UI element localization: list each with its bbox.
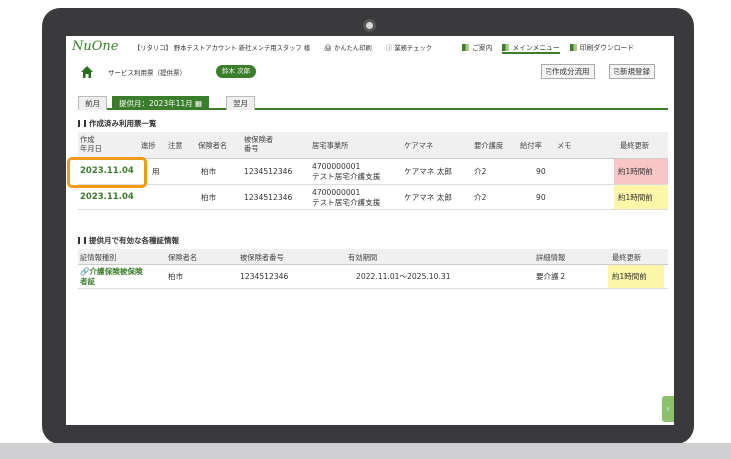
care-level-cell: 介2 [474, 193, 487, 202]
col-created: 作成 年月日 [80, 135, 102, 153]
webcam [363, 19, 376, 32]
breadcrumb[interactable]: サービス利用票（提供票） [108, 67, 186, 77]
tab-next-month[interactable]: 翌月 [226, 96, 255, 110]
col-insured-no: 被保険者番号 [240, 253, 284, 262]
created-list-table: 作成 年月日 進捗 注意 保険者名 被保険者 番号 居宅事業所 ケアマネ 要介護… [78, 132, 668, 210]
user-badge: 鈴木 次郎 [216, 65, 257, 78]
office-name-cell: テスト居宅介護支援 [312, 198, 381, 207]
insurer-cell: 柏市 [201, 167, 217, 176]
menu-icon [569, 44, 577, 51]
col-detail: 詳細情報 [536, 253, 566, 262]
home-icon[interactable] [80, 65, 94, 79]
business-check-label: 業務チェック [394, 45, 433, 52]
col-caution: 注意 [168, 141, 183, 150]
benefit-rate-cell: 90 [536, 193, 546, 202]
cert-table: 証情報種別 保険者名 被保険者番号 有効期間 詳細情報 最終更新 🔗介護保険被保… [78, 249, 668, 289]
table-header: 証情報種別 保険者名 被保険者番号 有効期間 詳細情報 最終更新 [78, 249, 668, 265]
nav-print-download[interactable]: 印刷ダウンロード [569, 42, 635, 54]
col-benefit-rate: 給付率 [520, 141, 542, 150]
care-manager-cell: ケアマネ 太郎 [404, 167, 452, 176]
col-care-level: 要介護度 [474, 141, 504, 150]
insured-no-cell: 1234512346 [244, 193, 293, 202]
side-collapse-tab[interactable]: ‹ [662, 396, 674, 422]
org-name: 【リタリコ】 野本テストアカウント 新社メンテ用スタッフ 様 [134, 45, 311, 52]
care-level-cell: 介2 [474, 167, 487, 176]
nav-main-menu[interactable]: メインメニュー [502, 42, 560, 54]
tab-current-month[interactable]: 提供月：2023年11月 ▦ [112, 96, 210, 110]
easy-print-label: かんたん印刷 [334, 45, 372, 52]
menu-icon [502, 44, 510, 51]
col-insurer: 保険者名 [168, 253, 198, 262]
new-register-button[interactable]: ⎘新規登録 [609, 64, 655, 79]
created-list-title-text: 作成済み利用票一覧 [89, 119, 157, 128]
month-tabs: 前月 提供月：2023年11月 ▦ 翌月 [78, 94, 668, 110]
printer-icon: 🖨 [324, 45, 332, 52]
calendar-icon: ▦ [195, 99, 203, 108]
created-list-title: 作成済み利用票一覧 [78, 118, 157, 129]
col-last-update: 最終更新 [612, 253, 642, 262]
period-cell: 2022.11.01～2025.10.31 [356, 272, 451, 281]
detail-cell: 要介護２ [536, 272, 567, 281]
office-code-cell: 4700000001 [312, 162, 361, 171]
col-period: 有効期間 [348, 253, 378, 262]
cert-type-line2[interactable]: 者証 [80, 277, 95, 286]
new-register-label: 新規登録 [620, 67, 650, 76]
insured-no-cell: 1234512346 [240, 272, 289, 281]
col-cert-type: 証情報種別 [80, 253, 117, 262]
table-row[interactable]: 2023.11.04 柏市 1234512346 4700000001 テスト居… [78, 185, 668, 210]
create-copy-label: 作成分流用 [552, 67, 590, 76]
insured-no-cell: 1234512346 [244, 167, 293, 176]
nav-guide[interactable]: ご案内 [462, 42, 492, 54]
nav-guide-label: ご案内 [472, 44, 493, 52]
create-copy-button[interactable]: ⎘作成分流用 [541, 64, 595, 79]
last-update-cell: 約1時間前 [608, 265, 664, 288]
col-progress: 進捗 [141, 141, 156, 150]
office-code-cell: 4700000001 [312, 188, 361, 197]
tab-current-label: 提供月：2023年11月 [119, 99, 193, 108]
laptop-base [0, 443, 731, 459]
care-manager-cell: ケアマネ 太郎 [404, 193, 452, 202]
col-insurer: 保険者名 [198, 141, 228, 150]
col-office: 居宅事業所 [312, 141, 349, 150]
cert-type-link[interactable]: 🔗介護保険被保険 [80, 267, 143, 276]
progress-cell: 用 [152, 167, 160, 176]
last-update-cell: 約1時間前 [614, 159, 668, 184]
table-header: 作成 年月日 進捗 注意 保険者名 被保険者 番号 居宅事業所 ケアマネ 要介護… [78, 132, 668, 159]
col-insured-no: 被保険者 番号 [244, 135, 274, 153]
cert-section-title: 提供月で有効な各種証情報 [78, 235, 179, 246]
col-last-update: 最終更新 [620, 141, 650, 150]
tab-prev-month[interactable]: 前月 [78, 96, 107, 110]
business-check-link[interactable]: ⓘ 業務チェック [386, 43, 432, 52]
app-logo[interactable]: NuOne [72, 39, 118, 54]
insurer-cell: 柏市 [201, 193, 217, 202]
nav-main-menu-label: メインメニュー [512, 44, 560, 52]
col-care-manager: ケアマネ [404, 141, 434, 150]
menu-icon [462, 44, 469, 51]
highlight-annotation [67, 157, 147, 188]
section-icon [78, 120, 86, 127]
cert-type-line1: 介護保険被保険 [89, 267, 143, 276]
section-icon [78, 237, 86, 244]
cert-section-title-text: 提供月で有効な各種証情報 [89, 236, 179, 245]
nav-print-download-label: 印刷ダウンロード [579, 44, 635, 52]
app-screen: NuOne 【リタリコ】 野本テストアカウント 新社メンテ用スタッフ 様 🖨 か… [66, 36, 674, 425]
office-name-cell: テスト居宅介護支援 [312, 172, 381, 181]
table-row[interactable]: 🔗介護保険被保険 者証 柏市 1234512346 2022.11.01～202… [78, 265, 668, 289]
benefit-rate-cell: 90 [536, 167, 546, 176]
col-memo: メモ [557, 141, 572, 150]
easy-print-link[interactable]: 🖨 かんたん印刷 [324, 43, 372, 52]
last-update-cell: 約1時間前 [614, 185, 668, 209]
created-date-link[interactable]: 2023.11.04 [80, 193, 134, 202]
top-nav: ご案内 メインメニュー 印刷ダウンロード [462, 42, 634, 54]
insurer-cell: 柏市 [168, 272, 184, 281]
info-icon: ⓘ [386, 45, 393, 52]
table-row[interactable]: 2023.11.04 用 柏市 1234512346 4700000001 テス… [78, 159, 668, 185]
toolbar: サービス利用票（提供票） 鈴木 次郎 ⎘作成分流用 ⎘新規登録 [78, 63, 668, 81]
